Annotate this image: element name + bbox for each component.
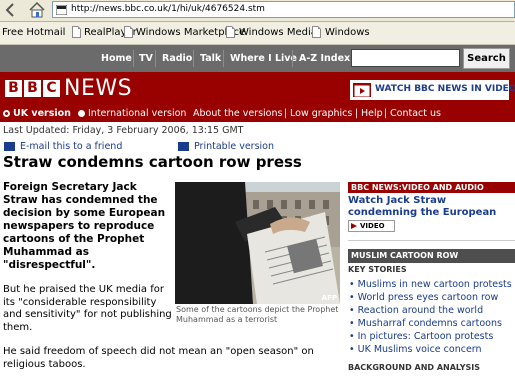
nav-tv[interactable]: TV bbox=[139, 45, 153, 72]
search-input[interactable] bbox=[351, 49, 460, 67]
print-link[interactable]: Printable version bbox=[194, 141, 274, 152]
page-icon bbox=[312, 26, 321, 38]
page-icon bbox=[72, 26, 81, 38]
article-headline: Straw condemns cartoon row press bbox=[3, 153, 302, 171]
photo-caption: Some of the cartoons depict the Prophet … bbox=[176, 305, 339, 324]
watch-video-label: WATCH BBC NEWS IN VIDEO bbox=[375, 84, 515, 94]
article-paragraph: He said freedom of speech did not mean a… bbox=[3, 346, 314, 370]
low-graphics-link[interactable]: Low graphics bbox=[290, 108, 352, 119]
link-windows[interactable]: Windows bbox=[325, 27, 370, 38]
url-field[interactable]: http://news.bbc.co.uk/1/hi/uk/4676524.st… bbox=[52, 1, 515, 18]
video-audio-header: BBC NEWS:VIDEO AND AUDIO bbox=[348, 182, 515, 193]
last-updated: Last Updated: Friday, 3 February 2006, 1… bbox=[3, 125, 244, 136]
bbc-logo-letter: B bbox=[24, 80, 41, 97]
nav-divider bbox=[155, 50, 156, 67]
nav-home[interactable]: Home bbox=[101, 45, 132, 72]
story-link[interactable]: • UK Muslims voice concern bbox=[349, 344, 482, 355]
story-link[interactable]: • Musharraf condemns cartoons bbox=[349, 318, 502, 329]
nav-radio[interactable]: Radio bbox=[162, 45, 192, 72]
separator: | bbox=[284, 108, 288, 119]
bbc-logo-letter: C bbox=[43, 80, 60, 97]
divider bbox=[348, 240, 515, 241]
nav-divider bbox=[193, 50, 194, 67]
story-link[interactable]: • Muslims in new cartoon protests bbox=[349, 279, 512, 290]
nav-divider bbox=[292, 50, 293, 67]
story-link[interactable]: • Reaction around the world bbox=[349, 305, 483, 316]
search-button[interactable]: Search bbox=[463, 48, 510, 69]
home-icon[interactable] bbox=[28, 1, 46, 19]
nav-divider bbox=[133, 50, 134, 67]
help-link[interactable]: Help bbox=[361, 108, 383, 119]
video-badge-label: VIDEO bbox=[360, 222, 385, 230]
story-link[interactable]: • In pictures: Cartoon protests bbox=[349, 331, 493, 342]
page-icon bbox=[124, 26, 133, 38]
link-free-hotmail[interactable]: Free Hotmail bbox=[2, 27, 65, 38]
printer-icon bbox=[178, 142, 189, 151]
international-version-label[interactable]: International version bbox=[88, 108, 186, 119]
article-lead: Foreign Secretary Jack Straw has condemn… bbox=[3, 181, 166, 271]
email-icon bbox=[4, 142, 15, 151]
nav-where-i-live[interactable]: Where I Live bbox=[230, 45, 297, 72]
contact-us-link[interactable]: Contact us bbox=[390, 108, 441, 119]
news-wordmark: NEWS bbox=[64, 76, 133, 101]
version-bar: UK version International version About t… bbox=[0, 106, 515, 122]
key-stories-label: KEY STORIES bbox=[348, 265, 407, 274]
video-badge[interactable]: VIDEO bbox=[348, 220, 395, 232]
watch-video-button[interactable]: WATCH BBC NEWS IN VIDEO bbox=[349, 79, 515, 101]
play-icon bbox=[351, 223, 357, 229]
background-analysis-label: BACKGROUND AND ANALYSIS bbox=[348, 363, 481, 372]
link-windows-media[interactable]: Windows Media bbox=[239, 27, 317, 38]
page-icon bbox=[226, 26, 235, 38]
email-link[interactable]: E-mail this to a friend bbox=[20, 141, 122, 152]
links-toolbar: Free Hotmail RealPlayer Windows Marketpl… bbox=[0, 22, 515, 45]
photo-credit: AFP bbox=[321, 294, 337, 302]
url-text: http://news.bbc.co.uk/1/hi/uk/4676524.st… bbox=[71, 4, 265, 14]
nav-talk[interactable]: Talk bbox=[200, 45, 221, 72]
nav-a-z-index[interactable]: A-Z Index bbox=[299, 45, 350, 72]
bbc-logo-letter: B bbox=[5, 80, 22, 97]
nav-divider bbox=[223, 50, 224, 67]
separator: | bbox=[384, 108, 388, 119]
radio-uk-version[interactable] bbox=[3, 110, 10, 117]
cartoon-row-header: MUSLIM CARTOON ROW bbox=[348, 249, 515, 263]
article-paragraph: But he praised the UK media for its "con… bbox=[3, 284, 172, 333]
about-versions-link[interactable]: About the versions bbox=[193, 108, 282, 119]
page-icon bbox=[56, 5, 67, 15]
separator: | bbox=[355, 108, 359, 119]
story-link[interactable]: • World press eyes cartoon row bbox=[349, 292, 498, 303]
radio-international-version[interactable] bbox=[78, 110, 85, 117]
back-arrow-icon[interactable] bbox=[3, 3, 19, 17]
address-bar: http://news.bbc.co.uk/1/hi/uk/4676524.st… bbox=[0, 0, 515, 22]
tv-icon bbox=[353, 83, 371, 97]
uk-version-label[interactable]: UK version bbox=[13, 108, 71, 119]
article-photo: AFP bbox=[175, 182, 340, 304]
